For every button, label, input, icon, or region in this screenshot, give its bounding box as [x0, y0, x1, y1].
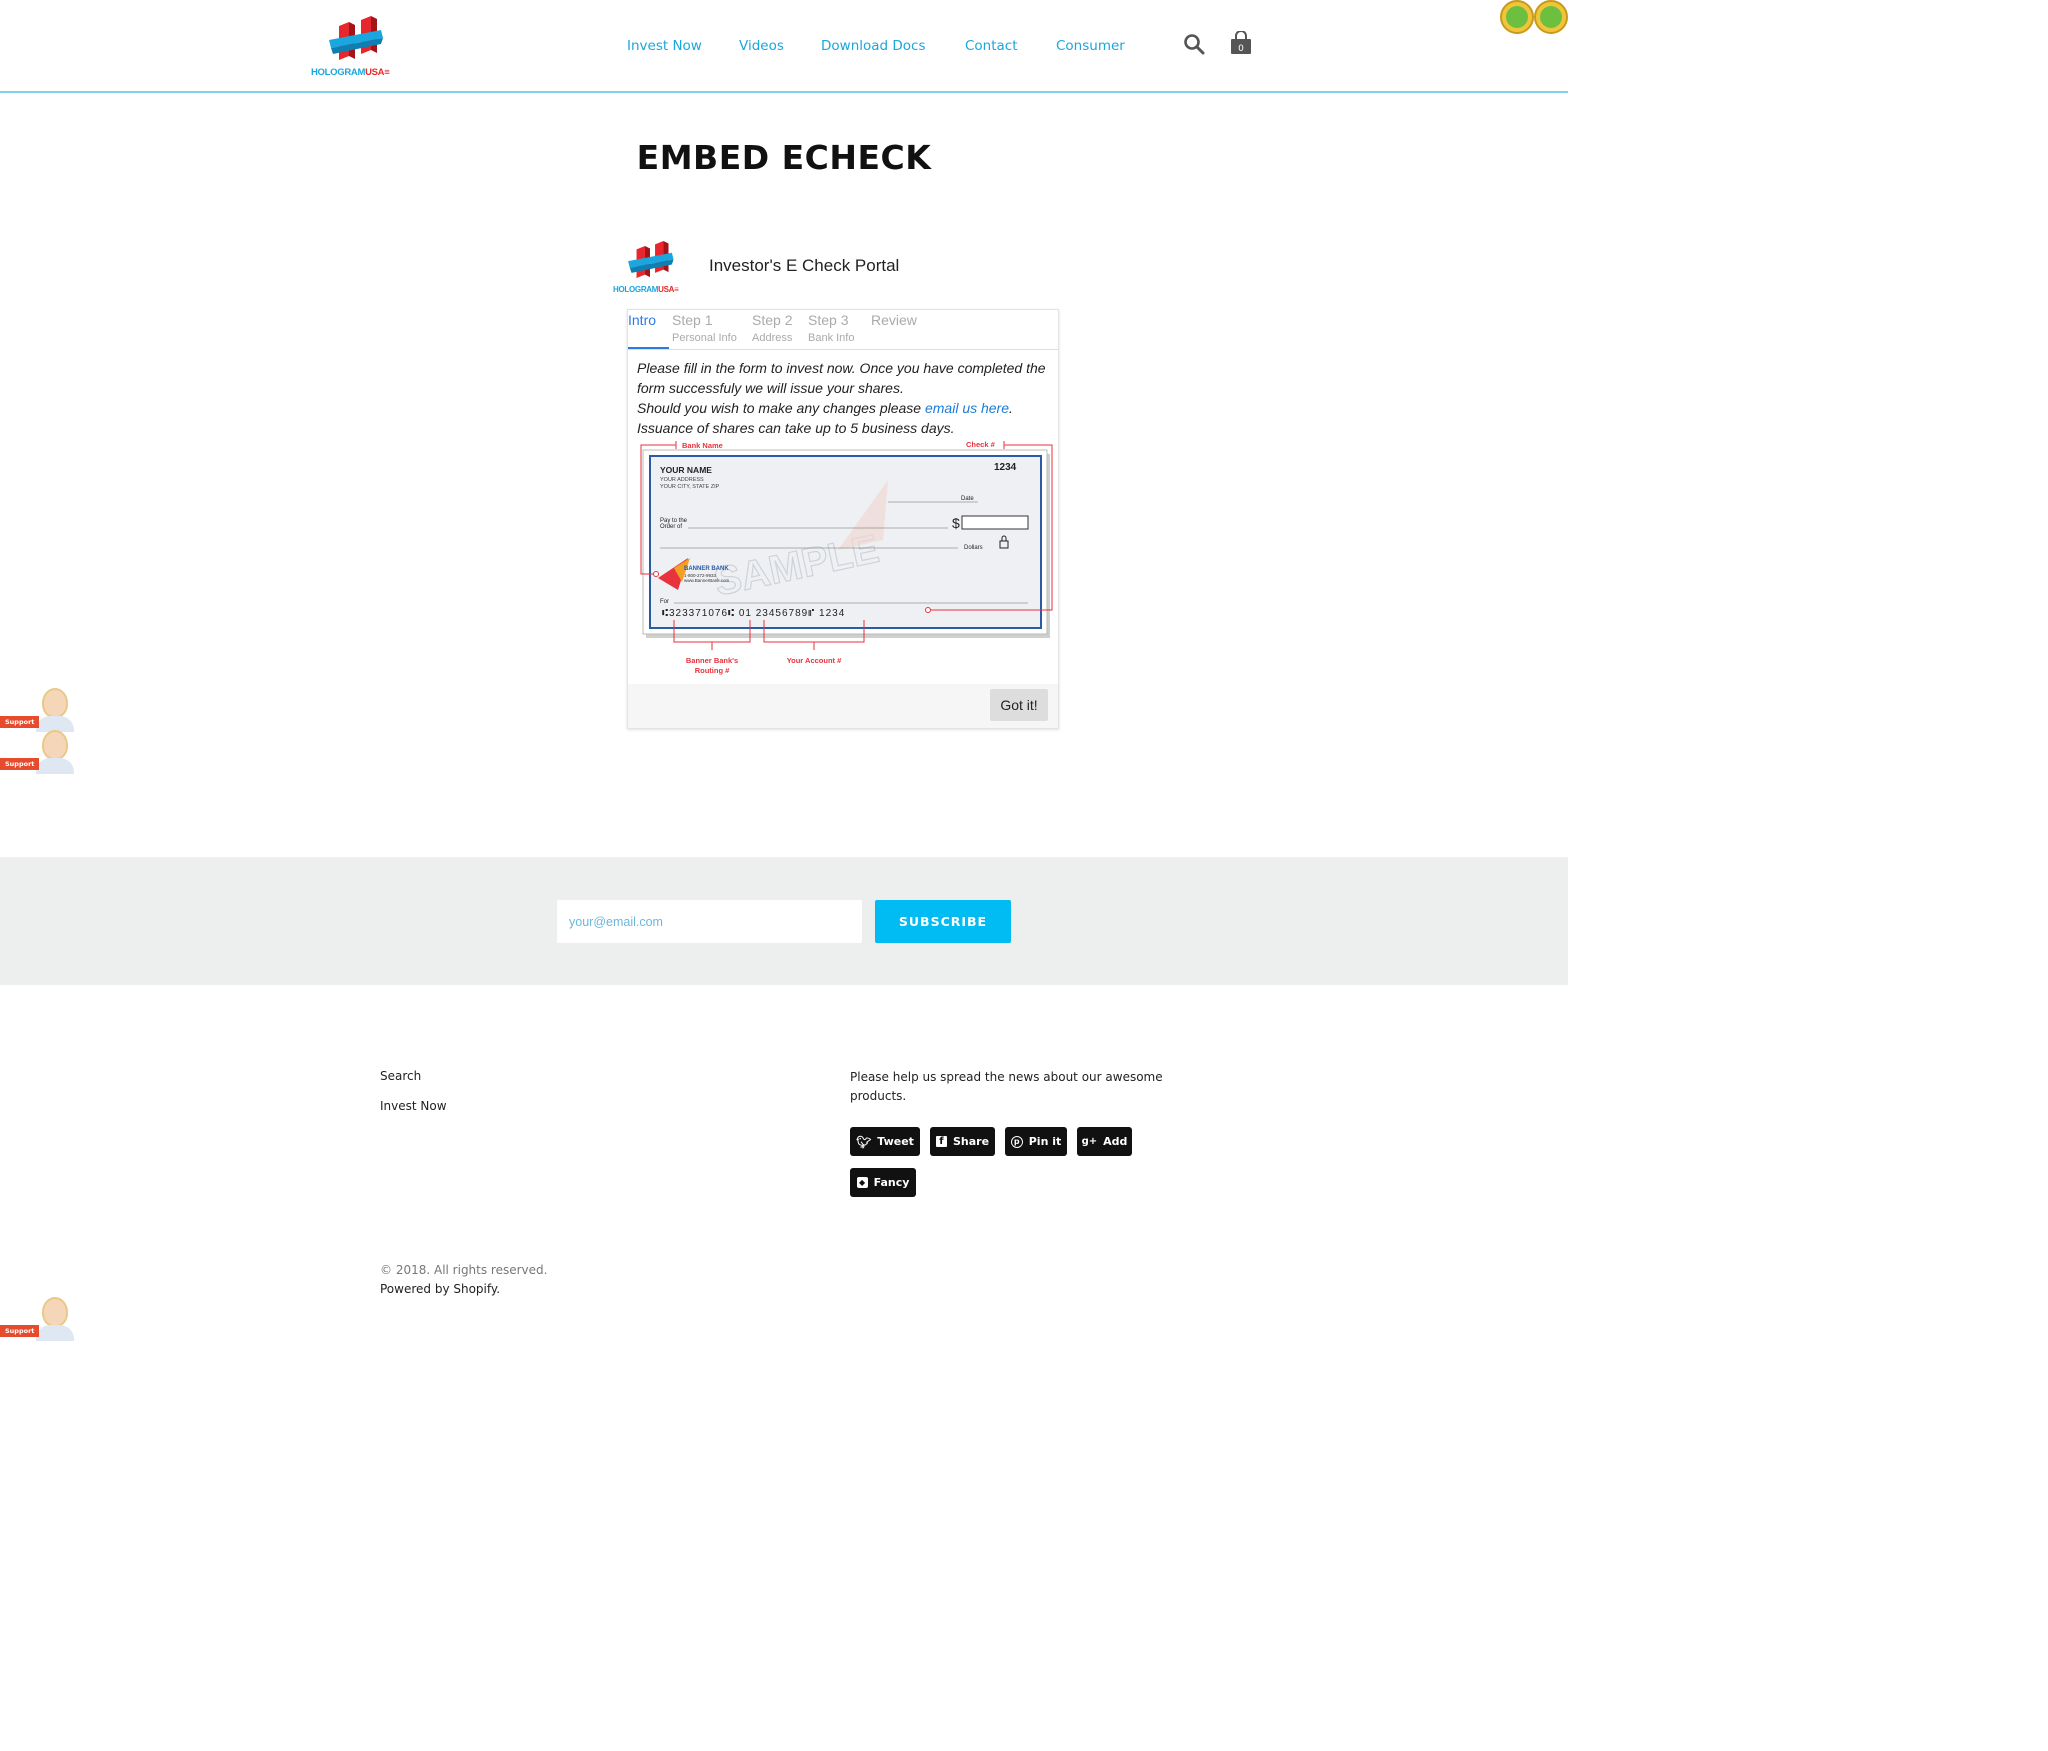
annotation-account: Your Account #: [787, 656, 842, 665]
intro-paragraph-3: Issuance of shares can take up to 5 busi…: [637, 420, 955, 436]
echeck-wizard: Intro Step 1 Personal Info Step 2 Addres…: [627, 309, 1059, 729]
tab-review[interactable]: Review: [871, 312, 917, 328]
support-agent-avatar: [42, 730, 68, 760]
tab-step-3[interactable]: Step 3 Bank Info: [808, 312, 854, 344]
support-agent-avatar: [42, 1297, 68, 1327]
portal-logo-mark-icon: [628, 240, 674, 278]
page-title: EMBED ECHECK: [636, 138, 932, 177]
annotation-routing-2: Routing #: [695, 666, 730, 675]
fancy-button[interactable]: ◆ Fancy: [850, 1168, 916, 1197]
shopping-bag-icon[interactable]: 0: [1230, 30, 1252, 59]
nav-download-docs[interactable]: Download Docs: [821, 38, 926, 54]
check-for-label: For: [660, 599, 669, 605]
support-widget[interactable]: Support: [0, 728, 76, 774]
annotation-bank-name: Bank Name: [682, 441, 723, 450]
twitter-icon: 🐦︎: [856, 1134, 872, 1149]
fancy-icon: ◆: [856, 1177, 868, 1188]
footer-link-search[interactable]: Search: [380, 1069, 421, 1083]
logo-wordmark: HOLOGRAMUSA≡: [311, 67, 390, 78]
cart-count: 0: [1238, 44, 1244, 54]
verified-badge-icon: [1500, 0, 1568, 36]
email-us-link[interactable]: email us here: [925, 400, 1009, 416]
share-prompt: Please help us spread the news about our…: [850, 1070, 1163, 1103]
nav-contact[interactable]: Contact: [965, 38, 1018, 54]
active-tab-indicator: [628, 347, 669, 349]
wizard-footer: Got it!: [628, 684, 1058, 728]
sample-check-diagram: SAMPLE YOUR NAME YOUR ADDRESS YOUR CITY,…: [638, 440, 1058, 680]
check-dollars-label: Dollars: [964, 545, 983, 551]
pinterest-icon: p: [1010, 1135, 1023, 1148]
intro-text: Please fill in the form to invest now. O…: [637, 360, 1046, 436]
tab-step-2[interactable]: Step 2 Address: [752, 312, 792, 344]
got-it-button[interactable]: Got it!: [990, 689, 1048, 721]
site-header: HOLOGRAMUSA≡ Invest Now Videos Download …: [0, 0, 1568, 93]
check-pay-to-2: Order of: [660, 524, 682, 530]
support-label: Support: [0, 758, 40, 770]
facebook-icon: f: [935, 1136, 947, 1147]
portal-logo: HOLOGRAMUSA≡: [613, 240, 687, 294]
pinterest-button[interactable]: p Pin it: [1005, 1127, 1067, 1156]
tweet-button[interactable]: 🐦︎ Tweet: [850, 1127, 920, 1156]
tab-intro[interactable]: Intro: [628, 312, 656, 328]
nav-videos[interactable]: Videos: [739, 38, 784, 54]
nav-invest-now[interactable]: Invest Now: [627, 38, 702, 54]
support-widget[interactable]: Support: [0, 1295, 76, 1341]
check-your-address: YOUR ADDRESS: [660, 477, 704, 483]
annotation-check-number: Check #: [966, 440, 996, 449]
support-label: Support: [0, 1325, 40, 1337]
check-date-label: Date: [961, 496, 974, 502]
tab-step-1[interactable]: Step 1 Personal Info: [672, 312, 737, 344]
google-plus-button[interactable]: g+ Add: [1077, 1127, 1132, 1156]
check-bank-web: www.BannerBank.com: [684, 578, 730, 583]
check-micr-line: ⑆323371076⑆ 01 23456789⑈ 1234: [662, 608, 845, 619]
logo-mark-icon: [329, 16, 383, 60]
site-logo[interactable]: HOLOGRAMUSA≡: [311, 16, 399, 78]
check-number: 1234: [994, 462, 1017, 473]
wizard-tabs: Intro Step 1 Personal Info Step 2 Addres…: [628, 310, 1058, 350]
support-label: Support: [0, 716, 40, 728]
copyright: © 2018. All rights reserved.: [380, 1263, 548, 1277]
check-dollar-sign: $: [952, 515, 960, 531]
newsletter-email-input[interactable]: [557, 900, 862, 943]
intro-paragraph-1: Please fill in the form to invest now. O…: [637, 360, 1046, 396]
annotation-routing-1: Banner Bank's: [686, 656, 738, 665]
footer-link-invest-now[interactable]: Invest Now: [380, 1099, 447, 1113]
facebook-share-button[interactable]: f Share: [930, 1127, 995, 1156]
search-icon[interactable]: [1183, 33, 1205, 59]
nav-consumer[interactable]: Consumer: [1056, 38, 1125, 54]
intro-paragraph-2: Should you wish to make any changes plea…: [637, 400, 925, 416]
check-your-city: YOUR CITY, STATE ZIP: [660, 484, 720, 490]
support-widget[interactable]: Support: [0, 686, 76, 732]
newsletter-section: SUBSCRIBE: [0, 857, 1568, 985]
portal-heading: Investor's E Check Portal: [709, 256, 900, 275]
support-agent-avatar: [42, 688, 68, 718]
check-your-name: YOUR NAME: [660, 465, 712, 475]
portal-logo-wordmark: HOLOGRAMUSA≡: [613, 285, 679, 294]
powered-by-shopify[interactable]: Powered by Shopify.: [380, 1282, 500, 1296]
subscribe-button[interactable]: SUBSCRIBE: [875, 900, 1011, 943]
google-plus-icon: g+: [1081, 1136, 1098, 1147]
check-bank-name: BANNER BANK: [684, 566, 729, 572]
